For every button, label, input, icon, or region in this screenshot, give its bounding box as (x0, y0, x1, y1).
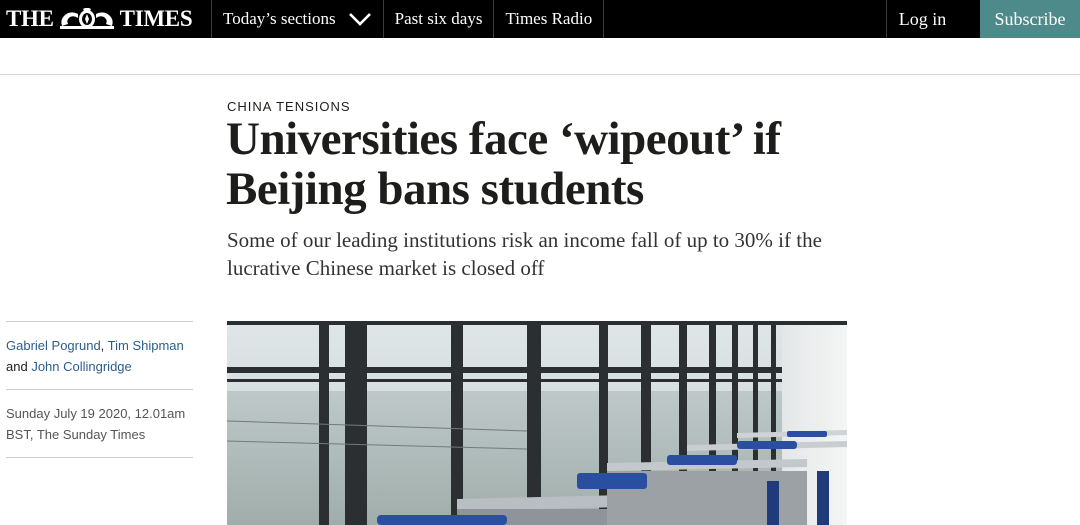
logo-text-right: TIMES (119, 6, 193, 31)
empty-classroom-photo (227, 321, 847, 525)
subscribe-label: Subscribe (994, 8, 1066, 29)
logo-text-left: THE (6, 6, 54, 31)
login-label: Log in (898, 8, 947, 29)
hero-image (227, 321, 847, 525)
authors: Gabriel Pogrund, Tim Shipman and John Co… (6, 322, 193, 390)
nav-past-six-days[interactable]: Past six days (384, 0, 495, 38)
nav-todays-sections-label: Today’s sections (223, 9, 336, 28)
author-separator: , (100, 338, 108, 353)
secondary-strip (0, 38, 1080, 75)
nav-todays-sections[interactable]: Today’s sections (212, 0, 384, 38)
times-logo[interactable]: THE TIMES (0, 0, 212, 38)
author-link[interactable]: Gabriel Pogrund (6, 338, 101, 353)
article-standfirst: Some of our leading institutions risk an… (227, 228, 822, 280)
nav-past-six-days-label: Past six days (394, 9, 483, 28)
top-nav: THE TIMES Today’s sections Past six days… (0, 0, 1080, 38)
royal-crest-icon (59, 8, 114, 29)
author-link[interactable]: Tim Shipman (108, 338, 184, 353)
author-and: and (6, 359, 32, 374)
login-button[interactable]: Log in (886, 0, 980, 38)
author-link[interactable]: John Collingridge (31, 359, 131, 374)
nav-times-radio-label: Times Radio (505, 9, 593, 28)
article-headline: Universities face ‘wipeout’ if Beijing b… (226, 113, 781, 215)
subscribe-button[interactable]: Subscribe (980, 0, 1080, 38)
nav-times-radio[interactable]: Times Radio (494, 0, 605, 38)
chevron-down-icon (348, 13, 371, 26)
section-label[interactable]: CHINA TENSIONS (227, 99, 351, 114)
article-dateline: Sunday July 19 2020, 12.01am BST, The Su… (6, 390, 193, 458)
byline: Gabriel Pogrund, Tim Shipman and John Co… (6, 321, 193, 458)
